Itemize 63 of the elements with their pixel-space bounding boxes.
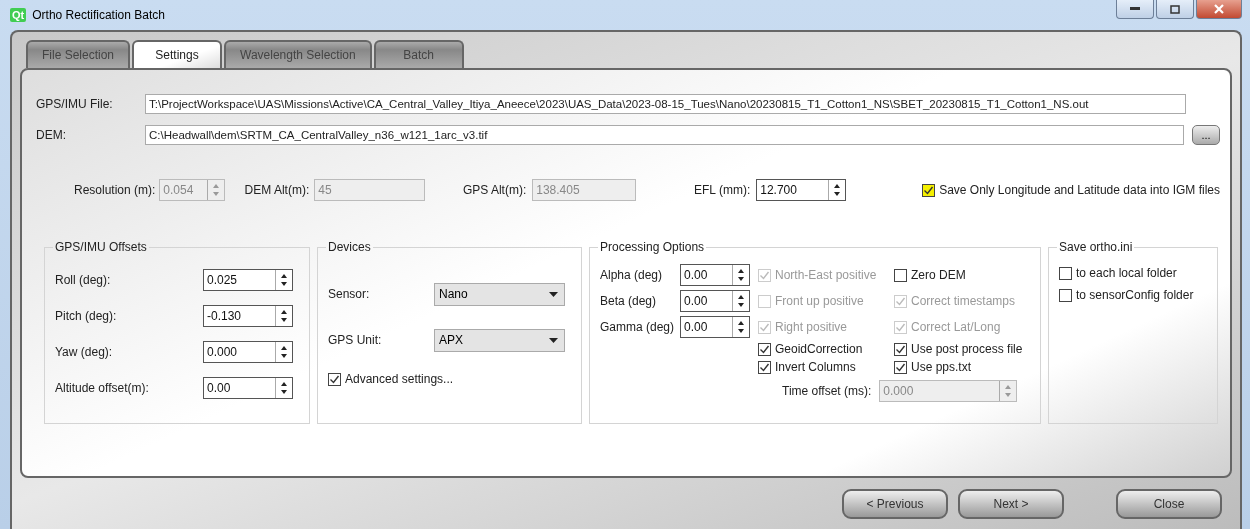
field-label: DEM: (36, 127, 67, 142)
check-icon (923, 184, 935, 196)
checkbox[interactable]: to each local folder (1059, 266, 1209, 280)
field-label: GPS Alt(m): (462, 183, 527, 197)
nav-button[interactable]: Close (1116, 488, 1222, 519)
minimize-icon[interactable] (1116, 0, 1154, 19)
path-field[interactable]: T:\ProjectWorkspace\UAS\Missions\Active\CA_Central_Valley_Itiya_Aneece\2023\UAS_Data\2023-08-15_Tues\Nano\20230815_T1_Cotton1_NS\SBET_20230815_T1_Cotton1_NS.out (145, 93, 1186, 114)
browse-button[interactable]: ... (1192, 124, 1220, 145)
checkbox[interactable]: Zero DEM (894, 268, 1032, 282)
checkbox[interactable]: Use pps.txt (894, 360, 1032, 374)
field-label: Gamma (deg) (600, 320, 676, 334)
check-icon (759, 269, 770, 281)
check-icon (759, 361, 770, 373)
check-icon (759, 321, 770, 333)
spin-box[interactable]: -0.130 (203, 305, 293, 327)
spin-box[interactable]: 0.000 (203, 341, 293, 363)
tab[interactable]: Settings (132, 40, 223, 68)
field-label: Time offset (ms): (782, 384, 872, 398)
checkbox[interactable]: Invert Columns (758, 360, 894, 374)
check-icon (759, 343, 770, 355)
checkbox[interactable]: Advanced settings... (328, 372, 573, 386)
window-title: Ortho Rectification Batch (32, 8, 165, 22)
field-label: Roll (deg): (55, 273, 111, 287)
field-label: GPS Unit: (328, 333, 382, 347)
group-title: Devices (327, 240, 372, 254)
group-title: GPS/IMU Offsets (54, 240, 148, 254)
nav-button[interactable]: < Previous (842, 488, 948, 519)
field-label: EFL (mm): (694, 183, 751, 197)
spin-box[interactable]: 0.00 (680, 316, 750, 338)
dropdown[interactable]: APX (434, 328, 565, 352)
checkbox[interactable]: to sensorConfig folder (1059, 288, 1209, 302)
dropdown[interactable]: Nano (434, 282, 565, 306)
spin-box[interactable]: 0.025 (203, 269, 293, 291)
group-title: Processing Options (599, 240, 706, 254)
check-icon (895, 321, 906, 333)
check-icon (895, 295, 906, 307)
path-field[interactable]: C:\Headwall\dem\SRTM_CA_CentralValley_n36_w121_1arc_v3.tif (145, 124, 1184, 145)
caret-icon (549, 337, 558, 343)
spin-box[interactable]: 0.00 (203, 377, 293, 399)
app-logo: Qt (10, 8, 27, 22)
field-label: Alpha (deg) (600, 268, 664, 282)
check-icon (895, 361, 906, 373)
field-label: DEM Alt(m): (244, 183, 310, 197)
spin-box[interactable]: 0.00 (680, 264, 750, 286)
checkbox[interactable]: Save Only Longitude and Latitude data into IGM files (922, 183, 1220, 197)
field-label: Pitch (deg): (55, 309, 117, 323)
spin-box[interactable]: 0.00 (680, 290, 750, 312)
check-icon (895, 343, 906, 355)
spin-box[interactable]: 12.700 (756, 179, 847, 201)
field-label: Sensor: (328, 287, 370, 301)
field-label: Altitude offset(m): (55, 381, 149, 395)
field-label: Beta (deg) (600, 294, 658, 308)
maximize-icon[interactable] (1156, 0, 1194, 19)
field-label: GPS/IMU File: (36, 96, 114, 111)
checkbox[interactable]: Use post process file (894, 342, 1032, 356)
caret-icon (549, 291, 558, 297)
field-label: Yaw (deg): (55, 345, 113, 359)
close-icon[interactable] (1196, 0, 1242, 19)
field-label: Resolution (m): (74, 183, 156, 197)
checkbox[interactable]: GeoidCorrection (758, 342, 894, 356)
group-title: Save ortho.ini (1058, 240, 1134, 254)
check-icon (329, 373, 340, 385)
nav-button[interactable]: Next > (958, 488, 1064, 519)
